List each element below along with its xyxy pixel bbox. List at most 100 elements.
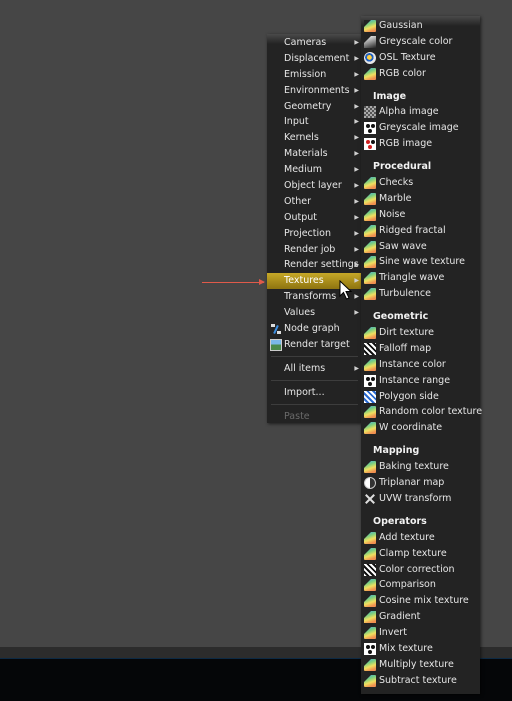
texture-item-random-color-texture[interactable]: Random color texture (361, 404, 482, 420)
menu-item-object-layer[interactable]: Object layer ▶ (267, 178, 362, 194)
texture-item-greyscale-image[interactable]: Greyscale image (361, 120, 480, 136)
texture-item-falloff-map[interactable]: Falloff map (361, 341, 480, 357)
texture-item-polygon-side[interactable]: Polygon side (361, 389, 480, 405)
menu-item-label: Invert (379, 627, 407, 639)
menu-item-kernels[interactable]: Kernels ▶ (267, 130, 362, 146)
texture-item-checks[interactable]: Checks (361, 175, 480, 191)
menu-item-output[interactable]: Output ▶ (267, 210, 362, 226)
texture-item-turbulence[interactable]: Turbulence (361, 286, 480, 302)
menu-separator (271, 356, 358, 358)
menu-item-label: Instance range (379, 374, 451, 386)
texture-item-uvw-transform[interactable]: UVW transform (361, 491, 480, 507)
texture-item-instance-range[interactable]: Instance range (361, 373, 480, 389)
texture-item-w-coordinate[interactable]: W coordinate (361, 420, 480, 436)
texture-item-rgb-color[interactable]: RGB color (361, 66, 480, 82)
menu-item-displacement[interactable]: Displacement ▶ (267, 51, 362, 67)
texture-gradient-icon (364, 256, 376, 269)
texture-gradient-icon (364, 358, 376, 371)
menu-item-environments[interactable]: Environments ▶ (267, 83, 362, 99)
alpha-image-icon (364, 106, 376, 119)
uvw-transform-icon (364, 493, 376, 505)
submenu-arrow-icon: ▶ (354, 134, 359, 142)
texture-item-mix-texture[interactable]: Mix texture (361, 641, 480, 657)
menu-item-label: Dirt texture (379, 327, 434, 339)
menu-item-render-job[interactable]: Render job ▶ (267, 242, 362, 258)
menu-item-label: Output (284, 211, 317, 223)
menu-item-label: Render settings (284, 259, 359, 271)
submenu-arrow-icon: ▶ (354, 293, 359, 301)
menu-item-label: Falloff map (379, 342, 432, 354)
menu-item-label: Paste (284, 410, 310, 422)
texture-gradient-icon (364, 20, 376, 32)
menu-item-cameras[interactable]: Cameras ▶ (267, 35, 362, 51)
submenu-arrow-icon: ▶ (354, 277, 359, 285)
texture-gradient-icon (364, 272, 376, 285)
menu-item-label: Multiply texture (379, 658, 454, 670)
texture-item-ridged-fractal[interactable]: Ridged fractal (361, 223, 480, 239)
texture-item-alpha-image[interactable]: Alpha image (361, 104, 480, 120)
menu-item-other[interactable]: Other ▶ (267, 194, 362, 210)
texture-gradient-icon (364, 224, 376, 237)
texture-item-gradient[interactable]: Gradient (361, 609, 480, 625)
menu-item-render-target[interactable]: Render target (267, 337, 362, 353)
menu-item-materials[interactable]: Materials ▶ (267, 146, 362, 162)
menu-item-geometry[interactable]: Geometry ▶ (267, 99, 362, 115)
texture-item-subtract-texture[interactable]: Subtract texture (361, 673, 480, 689)
texture-item-marble[interactable]: Marble (361, 191, 480, 207)
texture-gradient-icon (364, 422, 376, 435)
submenu-arrow-icon: ▶ (354, 309, 359, 317)
menu-item-render-settings[interactable]: Render settings ▶ (267, 257, 362, 273)
texture-item-greyscale-color[interactable]: Greyscale color (361, 34, 480, 50)
menu-item-paste: Paste (267, 409, 362, 425)
texture-item-rgb-image[interactable]: RGB image (361, 136, 480, 152)
texture-item-clamp-texture[interactable]: Clamp texture (361, 546, 480, 562)
triplanar-map-icon (364, 477, 376, 490)
texture-item-gaussian[interactable]: Gaussian (361, 18, 480, 34)
menu-item-label: Checks (379, 177, 414, 189)
menu-item-label: Sine wave texture (379, 256, 465, 268)
menu-item-all-items[interactable]: All items ▶ (267, 361, 362, 377)
render-target-icon (270, 338, 282, 351)
texture-item-baking-texture[interactable]: Baking texture (361, 459, 480, 475)
menu-separator (271, 380, 358, 382)
menu-item-label: Mix texture (379, 642, 433, 654)
texture-item-comparison[interactable]: Comparison (361, 577, 480, 593)
menu-item-label: UVW transform (379, 492, 452, 504)
submenu-arrow-icon: ▶ (354, 229, 359, 237)
menu-item-node-graph[interactable]: Node graph (267, 321, 362, 337)
texture-item-instance-color[interactable]: Instance color (361, 357, 480, 373)
texture-item-triplanar-map[interactable]: Triplanar map (361, 475, 480, 491)
texture-item-multiply-texture[interactable]: Multiply texture (361, 657, 480, 673)
rgb-image-icon (364, 138, 376, 151)
menu-item-values[interactable]: Values ▶ (267, 305, 362, 321)
menu-item-label: Marble (379, 192, 412, 204)
category-header-operators: Operators (373, 515, 427, 527)
menu-item-input[interactable]: Input ▶ (267, 114, 362, 130)
menu-item-label: Add texture (379, 531, 435, 543)
menu-item-label: Displacement (284, 52, 350, 64)
category-header-mapping: Mapping (373, 445, 420, 457)
texture-item-add-texture[interactable]: Add texture (361, 530, 480, 546)
category-header-procedural: Procedural (373, 161, 432, 173)
texture-item-invert[interactable]: Invert (361, 625, 480, 641)
menu-item-projection[interactable]: Projection ▶ (267, 226, 362, 242)
texture-item-noise[interactable]: Noise (361, 207, 480, 223)
menu-item-label: Instance color (379, 358, 446, 370)
menu-item-emission[interactable]: Emission ▶ (267, 67, 362, 83)
texture-item-osl-texture[interactable]: OSL Texture (361, 50, 480, 66)
texture-item-saw-wave[interactable]: Saw wave (361, 239, 480, 255)
menu-item-import[interactable]: Import... (267, 385, 362, 401)
menu-item-label: OSL Texture (379, 51, 436, 63)
menu-item-label: Cosine mix texture (379, 595, 469, 607)
menu-item-medium[interactable]: Medium ▶ (267, 162, 362, 178)
menu-item-label: Saw wave (379, 240, 427, 252)
menu-item-label: Turbulence (379, 288, 431, 300)
menu-item-label: Textures (284, 275, 324, 287)
texture-item-triangle-wave[interactable]: Triangle wave (361, 270, 480, 286)
texture-item-color-correction[interactable]: Color correction (361, 562, 480, 578)
texture-item-cosine-mix-texture[interactable]: Cosine mix texture (361, 593, 480, 609)
menu-item-label: Color correction (379, 563, 455, 575)
texture-item-sine-wave-texture[interactable]: Sine wave texture (361, 254, 480, 270)
menu-item-label: Gradient (379, 611, 421, 623)
texture-item-dirt-texture[interactable]: Dirt texture (361, 325, 480, 341)
